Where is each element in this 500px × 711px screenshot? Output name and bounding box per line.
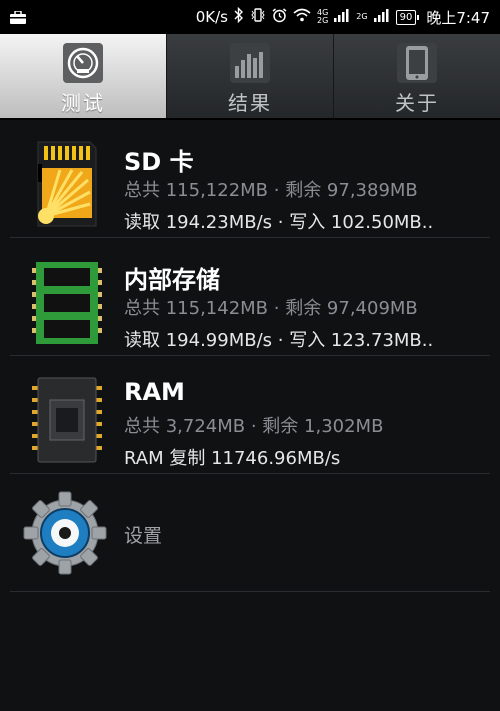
vibrate-icon — [250, 8, 266, 26]
tab-test[interactable]: 测试 — [0, 34, 167, 118]
speedometer-icon — [63, 43, 103, 83]
status-time: 晚上7:47 — [426, 8, 490, 27]
gear-icon — [22, 490, 108, 576]
status-bar: 0K/s 4G 2G 2G 90 晚上7:47 — [0, 0, 500, 34]
item-speed: RAM 复制 11746.96MB/s — [124, 448, 341, 469]
bar-chart-icon — [230, 43, 270, 83]
list-item-ram[interactable]: RAM 总共 3,724MB · 剩余 1,302MB RAM 复制 11746… — [10, 356, 490, 474]
tab-bar: 测试 结果 关于 — [0, 34, 500, 118]
signal-icon-2 — [373, 8, 390, 26]
storage-list: SD 卡 总共 115,122MB · 剩余 97,389MB 读取 194.2… — [0, 120, 500, 592]
item-capacity: 总共 3,724MB · 剩余 1,302MB — [124, 416, 384, 437]
list-item-sd-card[interactable]: SD 卡 总共 115,122MB · 剩余 97,389MB 读取 194.2… — [10, 120, 490, 238]
tab-label: 结果 — [228, 91, 272, 115]
network-speed: 0K/s — [195, 8, 228, 26]
settings-label: 设置 — [124, 525, 163, 547]
signal-icon-1 — [334, 8, 350, 26]
network-type-2: 2G — [356, 12, 368, 21]
tab-label: 关于 — [395, 91, 439, 115]
item-speed: 读取 194.23MB/s · 写入 102.50MB.. — [124, 212, 434, 233]
item-title: RAM — [124, 378, 185, 406]
alarm-icon — [272, 7, 287, 27]
list-item-internal-storage[interactable]: 内部存储 总共 115,142MB · 剩余 97,409MB 读取 194.9… — [10, 238, 490, 356]
briefcase-icon — [10, 10, 26, 28]
network-type-1: 4G 2G — [316, 8, 329, 25]
list-item-settings[interactable]: 设置 — [10, 474, 490, 592]
tab-results[interactable]: 结果 — [167, 34, 334, 118]
phone-icon — [397, 43, 437, 83]
wifi-icon — [293, 8, 311, 26]
item-capacity: 总共 115,142MB · 剩余 97,409MB — [124, 298, 418, 319]
item-speed: 读取 194.99MB/s · 写入 123.73MB.. — [124, 330, 434, 351]
item-capacity: 总共 115,122MB · 剩余 97,389MB — [124, 180, 418, 201]
battery-icon: 90 — [395, 9, 420, 25]
bluetooth-icon — [234, 6, 244, 27]
ram-chip-icon — [32, 376, 102, 466]
item-title: SD 卡 — [124, 148, 194, 176]
tab-about[interactable]: 关于 — [334, 34, 500, 118]
battery-level: 90 — [399, 11, 413, 23]
sd-card-icon — [32, 140, 102, 230]
internal-storage-icon — [32, 258, 102, 348]
tab-label: 测试 — [61, 91, 105, 115]
item-title: 内部存储 — [124, 266, 220, 294]
